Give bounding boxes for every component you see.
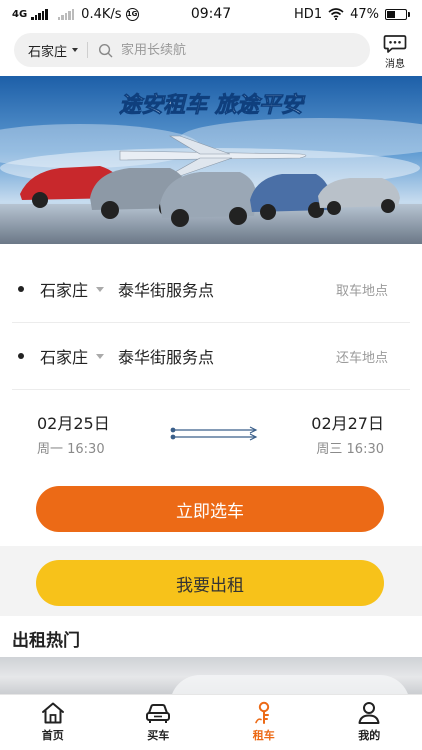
city-selector-label: 石家庄 [28,44,68,60]
wifi-icon [328,8,344,20]
banner-headline: 途安租车 旅途平安 [119,92,306,118]
tab-buy-car-label: 买车 [147,729,170,742]
search-row: 石家庄 消息 [0,32,422,72]
home-icon [41,702,64,724]
search-icon [99,43,113,57]
select-car-button[interactable]: 立即选车 [36,486,384,532]
network-speed: 0.4K/s [81,6,122,22]
dropdown-arrow-icon [72,48,79,52]
pickup-location-row[interactable]: 石家庄 泰华街服务点 取车地点 [12,256,410,323]
network-type: 4G [12,8,28,20]
dropdown-arrow-icon [96,353,105,359]
hot-rentals-title: 出租热门 [12,631,80,651]
signal-icon [31,8,48,20]
end-date: 02月27日 [311,414,384,433]
date-range-arrow-icon [170,426,258,441]
location-panel: 石家庄 泰华街服务点 取车地点 石家庄 泰华街服务点 还车地点 [0,256,422,390]
lease-out-button[interactable]: 我要出租 [36,560,384,606]
promo-banner[interactable]: 途安租车 旅途平安 [0,76,422,244]
battery-icon [385,8,410,20]
start-date: 02月25日 [37,414,110,433]
dropdown-arrow-icon [96,286,105,292]
status-bar: 4G 0.4K/s 1G 09:47 HD1 47% [0,0,422,28]
pickup-hint: 取车地点 [335,283,388,299]
bullet-icon [18,286,24,292]
return-hint: 还车地点 [335,350,388,366]
start-date-block[interactable]: 02月25日 周一 16:30 [37,410,110,457]
carrier-label: HD1 [294,6,323,22]
hot-rental-card[interactable] [0,657,422,697]
banner-image: 途安租车 旅途平安 [0,76,422,244]
return-location-row[interactable]: 石家庄 泰华街服务点 还车地点 [12,323,410,390]
end-date-block[interactable]: 02月27日 周三 16:30 [311,410,384,457]
tab-buy-car[interactable]: 买车 [106,695,212,750]
city-selector[interactable]: 石家庄 [14,42,89,60]
tab-home[interactable]: 首页 [0,695,106,750]
end-time: 周三 16:30 [316,442,384,457]
pickup-city[interactable]: 石家庄 [40,277,88,301]
bullet-icon [18,353,24,359]
tab-profile[interactable]: 我的 [317,695,422,750]
bottom-tab-bar: 首页 买车 租车 我的 [0,694,422,750]
message-icon [383,35,407,53]
pickup-store[interactable]: 泰华街服务点 [118,277,336,301]
battery-percent: 47% [350,6,379,22]
return-city[interactable]: 石家庄 [40,344,88,368]
tab-rent-car-label: 租车 [252,729,275,742]
tab-profile-label: 我的 [358,729,381,742]
search-input[interactable] [121,42,322,58]
tab-rent-car[interactable]: 租车 [211,695,317,750]
profile-icon [358,702,380,724]
return-store[interactable]: 泰华街服务点 [118,344,336,368]
notification-badge-icon: 1G [125,7,139,21]
tab-home-label: 首页 [41,729,64,742]
date-picker[interactable]: 02月25日 周一 16:30 02月27日 周三 16:30 [0,402,422,472]
car-icon [146,704,171,723]
messages-label: 消息 [385,59,405,70]
start-time: 周一 16:30 [37,442,105,457]
signal-secondary-icon [57,8,75,20]
search-bar: 石家庄 [14,33,370,67]
messages-button[interactable]: 消息 [380,34,410,70]
key-icon [254,701,269,724]
